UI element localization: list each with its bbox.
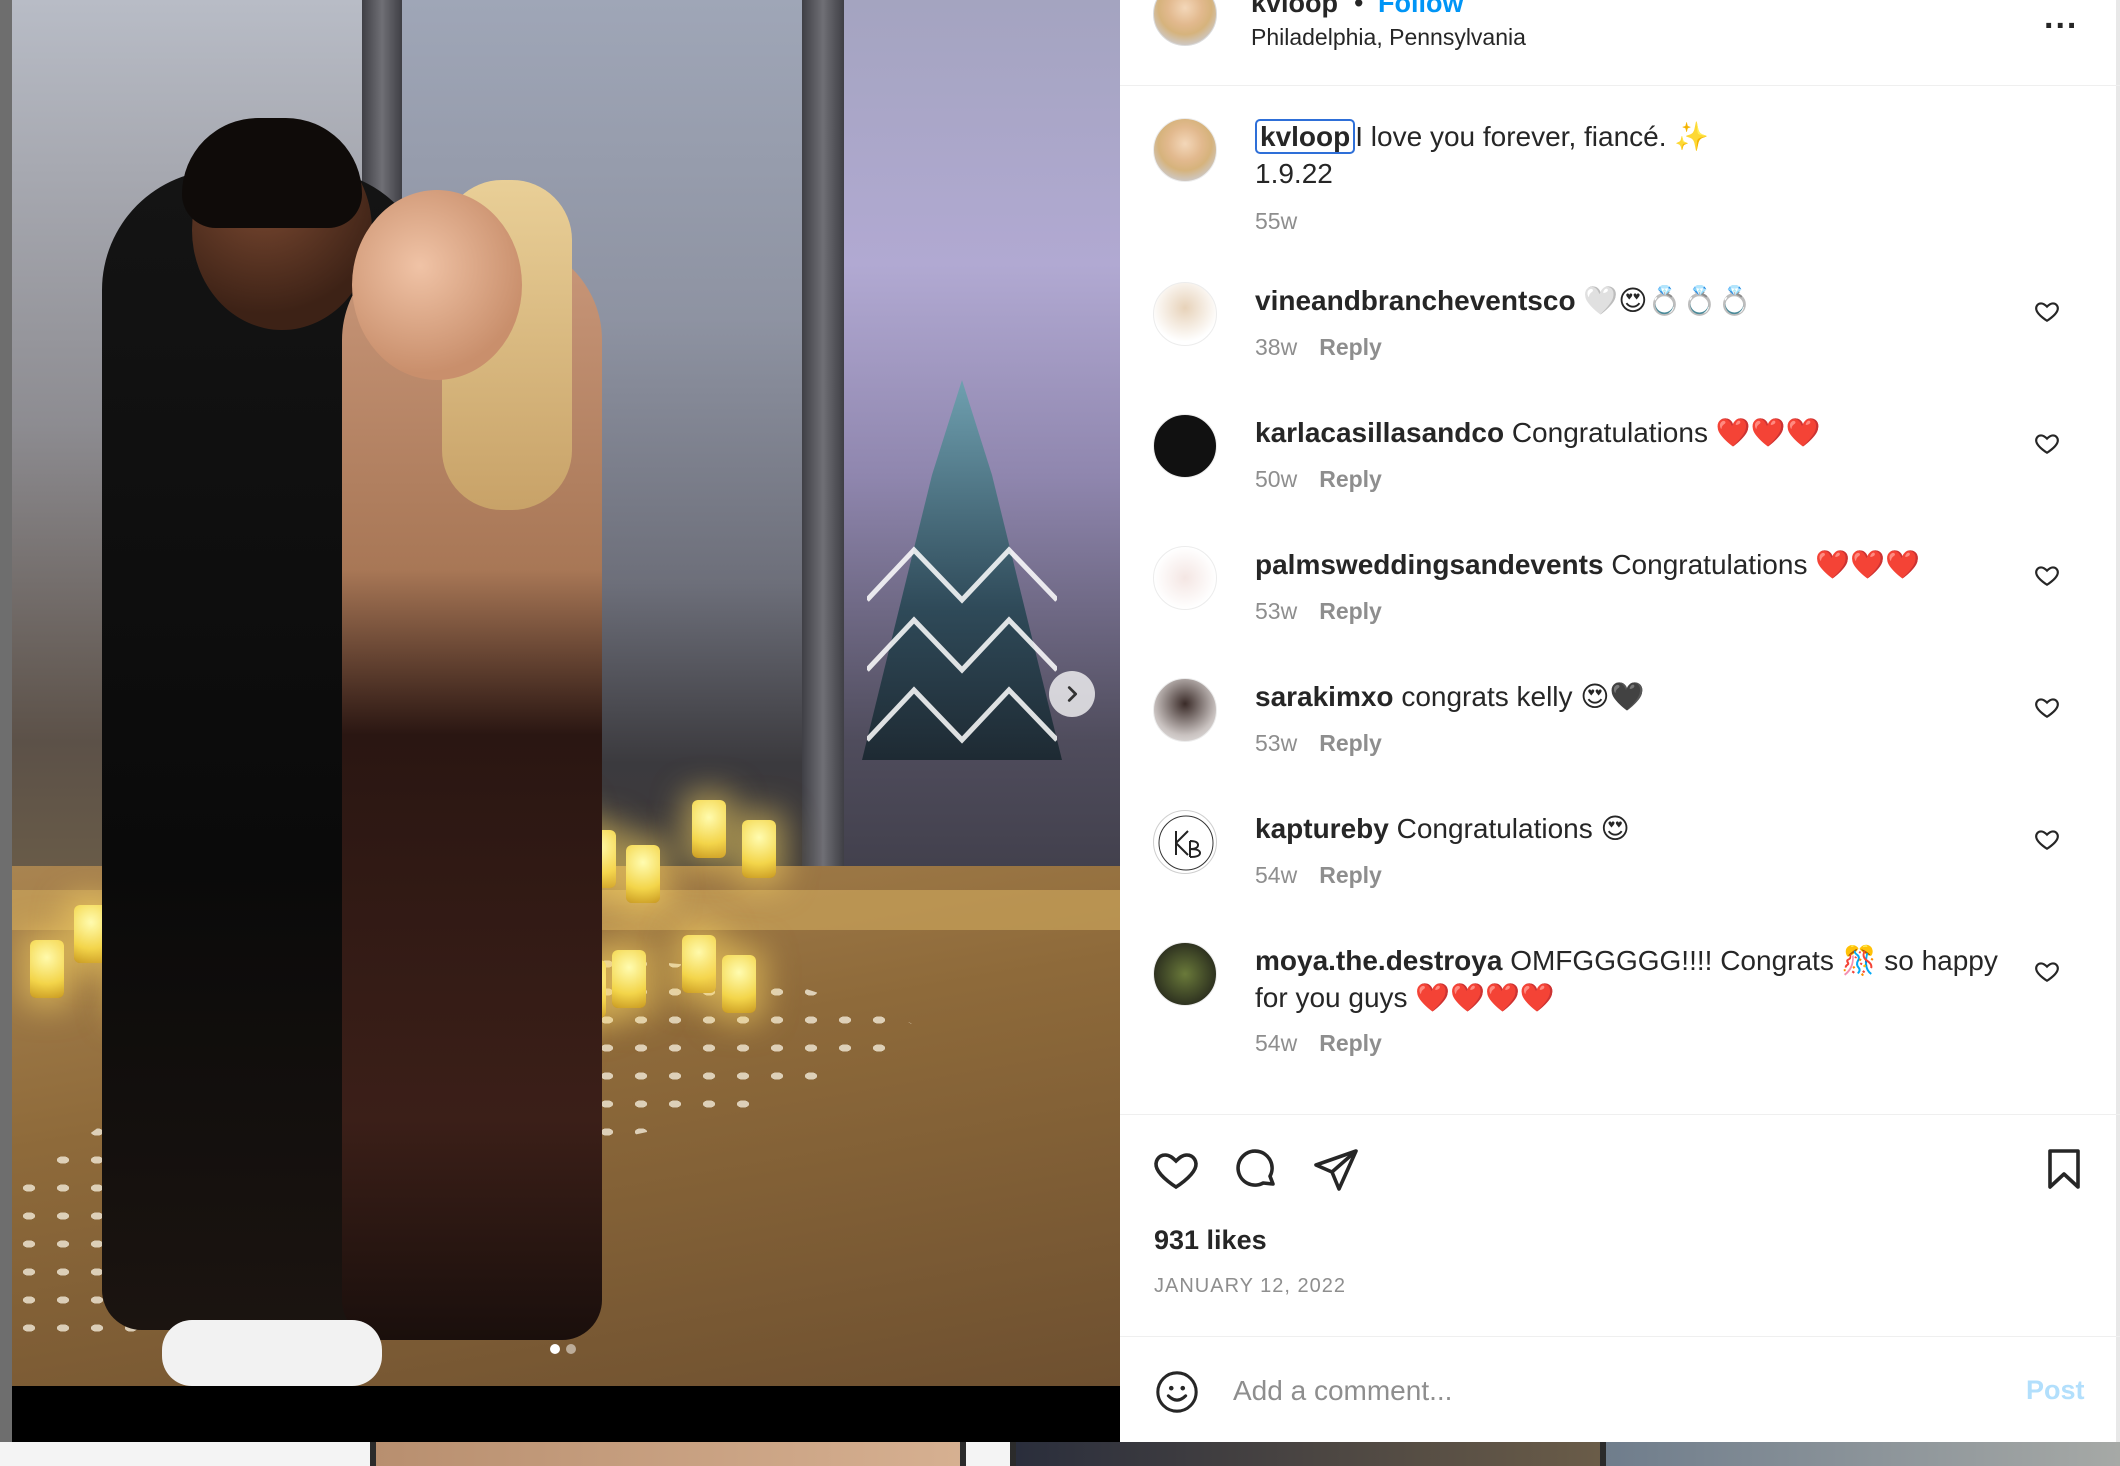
reply-button[interactable]: Reply bbox=[1319, 730, 1382, 756]
media-border bbox=[0, 0, 12, 1442]
comment-username[interactable]: karlacasillasandco bbox=[1255, 417, 1504, 448]
kb-logo-icon bbox=[1158, 815, 1214, 871]
carousel-indicator bbox=[550, 1344, 576, 1354]
sneaker bbox=[162, 1320, 382, 1386]
heart-icon[interactable] bbox=[2034, 958, 2060, 984]
reply-button[interactable]: Reply bbox=[1319, 862, 1382, 888]
post-dialog: kvloop • Follow Philadelphia, Pennsylvan… bbox=[0, 0, 2120, 1466]
reply-button[interactable]: Reply bbox=[1319, 598, 1382, 624]
caption-date-line: 1.9.22 bbox=[1255, 158, 1333, 189]
commenter-avatar[interactable] bbox=[1153, 414, 1217, 478]
emoji-icon[interactable] bbox=[1154, 1369, 1200, 1415]
comment-timestamp[interactable]: 54w bbox=[1255, 1030, 1297, 1056]
reply-button[interactable]: Reply bbox=[1319, 466, 1382, 492]
heart-icon[interactable] bbox=[2034, 826, 2060, 852]
heart-icon[interactable] bbox=[2034, 298, 2060, 324]
carousel-dot-2 bbox=[566, 1344, 576, 1354]
commenter-avatar[interactable] bbox=[1153, 546, 1217, 610]
comment-text: congrats kelly 😍🖤 bbox=[1401, 681, 1645, 712]
heart-icon[interactable] bbox=[1152, 1145, 1200, 1193]
comment-text: 🤍😍💍💍💍 bbox=[1583, 285, 1752, 316]
author-username[interactable]: kvloop bbox=[1251, 0, 1338, 19]
share-icon[interactable] bbox=[1312, 1145, 1360, 1193]
comment-username[interactable]: sarakimxo bbox=[1255, 681, 1394, 712]
chevron-right-icon bbox=[1067, 686, 1078, 702]
comment-username[interactable]: moya.the.destroya bbox=[1255, 945, 1502, 976]
post-photo[interactable] bbox=[12, 0, 1120, 1386]
comment-text: Congratulations 😍 bbox=[1396, 813, 1630, 844]
comment-text: Congratulations ❤️❤️❤️ bbox=[1611, 549, 1920, 580]
comment-input[interactable] bbox=[1233, 1363, 1933, 1419]
comment-username[interactable]: vineandbrancheventsco bbox=[1255, 285, 1576, 316]
post-sidebar: kvloop • Follow Philadelphia, Pennsylvan… bbox=[1120, 0, 2120, 1442]
background-feed-strip bbox=[0, 1442, 2120, 1466]
post-date[interactable]: JANUARY 12, 2022 bbox=[1154, 1275, 1346, 1298]
commenter-avatar[interactable] bbox=[1153, 810, 1217, 874]
caption-username[interactable]: kvloop bbox=[1255, 119, 1356, 154]
author-avatar[interactable] bbox=[1153, 0, 1217, 46]
comment-timestamp[interactable]: 54w bbox=[1255, 862, 1297, 888]
comment-timestamp[interactable]: 53w bbox=[1255, 598, 1297, 624]
commenter-avatar[interactable] bbox=[1153, 282, 1217, 346]
post-location[interactable]: Philadelphia, Pennsylvania bbox=[1251, 24, 1526, 51]
commenter-avatar[interactable] bbox=[1153, 678, 1217, 742]
post-media bbox=[0, 0, 1120, 1442]
heart-icon[interactable] bbox=[2034, 694, 2060, 720]
reply-button[interactable]: Reply bbox=[1319, 1030, 1382, 1056]
comment-composer: Post bbox=[1120, 1336, 2120, 1442]
comment-timestamp[interactable]: 38w bbox=[1255, 334, 1297, 360]
reply-button[interactable]: Reply bbox=[1319, 334, 1382, 360]
commenter-avatar[interactable] bbox=[1153, 942, 1217, 1006]
caption-timestamp[interactable]: 55w bbox=[1255, 208, 1297, 234]
more-options-button[interactable]: ... bbox=[2044, 0, 2078, 37]
like-count[interactable]: 931 likes bbox=[1154, 1225, 1267, 1256]
comment-timestamp[interactable]: 53w bbox=[1255, 730, 1297, 756]
comment-username[interactable]: palmsweddingsandevents bbox=[1255, 549, 1604, 580]
post-actions: 931 likes JANUARY 12, 2022 bbox=[1120, 1114, 2120, 1314]
comment-username[interactable]: kaptureby bbox=[1255, 813, 1389, 844]
comment-text: Congratulations ❤️❤️❤️ bbox=[1511, 417, 1821, 448]
comment-icon[interactable] bbox=[1232, 1145, 1280, 1193]
header-separator: • bbox=[1354, 0, 1364, 18]
post-comment-button[interactable]: Post bbox=[2026, 1375, 2085, 1406]
post-header: kvloop • Follow Philadelphia, Pennsylvan… bbox=[1120, 0, 2120, 86]
heart-icon[interactable] bbox=[2034, 430, 2060, 456]
comment-timestamp[interactable]: 50w bbox=[1255, 466, 1297, 492]
bookmark-icon[interactable] bbox=[2040, 1145, 2088, 1193]
heart-icon[interactable] bbox=[2034, 562, 2060, 588]
caption-avatar[interactable] bbox=[1153, 118, 1217, 182]
carousel-dot-1 bbox=[550, 1344, 560, 1354]
follow-button[interactable]: Follow bbox=[1378, 0, 1463, 19]
carousel-next-button[interactable] bbox=[1049, 671, 1095, 717]
caption-text: I love you forever, fiancé. ✨ bbox=[1355, 121, 1710, 152]
